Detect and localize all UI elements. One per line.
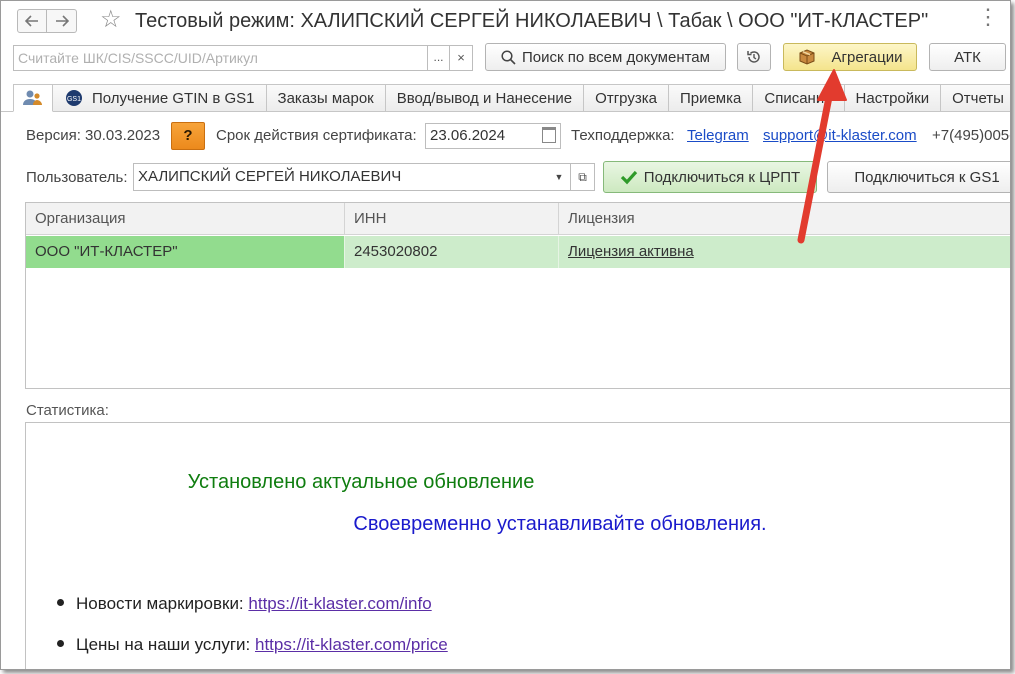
tab-label: Заказы марок bbox=[277, 89, 374, 107]
cell-license[interactable]: Лицензия активна bbox=[559, 236, 1010, 268]
aggregation-button-label: Агрегации bbox=[831, 48, 903, 66]
tab-label: Настройки bbox=[855, 89, 930, 107]
version-label: Версия: 30.03.2023 bbox=[26, 127, 161, 144]
open-icon[interactable]: ⧉ bbox=[571, 163, 595, 191]
news-label: Новости маркировки: bbox=[76, 594, 249, 613]
column-header-organization[interactable]: Организация bbox=[26, 203, 345, 235]
tab-users[interactable] bbox=[13, 84, 53, 112]
column-header-inn[interactable]: ИНН bbox=[345, 203, 559, 235]
bullet-icon bbox=[57, 640, 64, 648]
users-icon bbox=[23, 90, 42, 105]
tab-shipment[interactable]: Отгрузка bbox=[584, 84, 669, 112]
user-value: ХАЛИПСКИЙ СЕРГЕЙ НИКОЛАЕВИЧ bbox=[138, 168, 402, 185]
tab-label: Получение GTIN в GS1 bbox=[92, 89, 255, 107]
prices-label: Цены на наши услуги: bbox=[76, 635, 255, 654]
tab-write-off[interactable]: Списание bbox=[753, 84, 845, 112]
title-bar: ☆ Тестовый режим: ХАЛИПСКИЙ СЕРГЕЙ НИКОЛ… bbox=[1, 1, 1010, 41]
scan-input-field[interactable] bbox=[13, 45, 428, 71]
cell-inn[interactable]: 2453020802 bbox=[345, 236, 559, 268]
app-window: ☆ Тестовый режим: ХАЛИПСКИЙ СЕРГЕЙ НИКОЛ… bbox=[0, 0, 1011, 670]
tab-settings[interactable]: Настройки bbox=[844, 84, 942, 112]
telegram-link[interactable]: Telegram bbox=[687, 127, 749, 144]
support-email-link[interactable]: support@it-klaster.com bbox=[763, 127, 917, 144]
bullet-icon bbox=[57, 599, 64, 607]
tab-input-output[interactable]: Ввод/вывод и Нанесение bbox=[385, 84, 585, 112]
history-icon bbox=[747, 51, 760, 63]
atk-button[interactable]: АТК bbox=[929, 43, 1006, 71]
aggregation-button[interactable]: Агрегации bbox=[783, 43, 917, 71]
help-button[interactable]: ? bbox=[171, 122, 205, 150]
chevron-down-icon[interactable]: ▼ bbox=[548, 163, 571, 191]
cert-date-field[interactable]: 23.06.2024 bbox=[425, 123, 561, 149]
news-link[interactable]: https://it-klaster.com/info bbox=[248, 594, 431, 613]
back-button[interactable] bbox=[17, 9, 47, 33]
search-all-documents-button[interactable]: Поиск по всем документам bbox=[485, 43, 726, 71]
update-hint-text: Своевременно устанавливайте обновления. bbox=[353, 513, 767, 535]
support-phone: +7(495)005- bbox=[932, 127, 1011, 144]
organizations-table: Организация ИНН Лицензия ООО "ИТ-КЛАСТЕР… bbox=[25, 202, 1010, 389]
tab-reports[interactable]: Отчеты bbox=[941, 84, 1010, 112]
statistics-label: Статистика: bbox=[26, 402, 109, 419]
more-icon[interactable]: ⋮ bbox=[977, 6, 999, 28]
cert-date-value: 23.06.2024 bbox=[430, 127, 506, 144]
search-button-label: Поиск по всем документам bbox=[522, 48, 710, 66]
ellipsis-icon[interactable]: ... bbox=[428, 45, 450, 71]
window-title: Тестовый режим: ХАЛИПСКИЙ СЕРГЕЙ НИКОЛАЕ… bbox=[135, 10, 929, 32]
checkmark-icon bbox=[620, 170, 637, 185]
tab-label: Ввод/вывод и Нанесение bbox=[396, 89, 573, 107]
column-header-license[interactable]: Лицензия bbox=[559, 203, 1010, 235]
tab-acceptance[interactable]: Приемка bbox=[668, 84, 754, 112]
star-icon[interactable]: ☆ bbox=[100, 6, 122, 34]
svg-text:GS1: GS1 bbox=[67, 96, 81, 103]
list-item: Новости маркировки: https://it-klaster.c… bbox=[57, 594, 432, 614]
tab-label: Приемка bbox=[679, 89, 742, 107]
support-label: Техподдержка: bbox=[571, 127, 675, 144]
search-icon bbox=[501, 49, 516, 65]
forward-button[interactable] bbox=[47, 9, 77, 33]
history-button[interactable] bbox=[737, 43, 771, 71]
table-header: Организация ИНН Лицензия bbox=[26, 203, 1010, 235]
arrow-left-icon bbox=[25, 15, 38, 27]
cert-label: Срок действия сертификата: bbox=[216, 127, 417, 144]
prices-link[interactable]: https://it-klaster.com/price bbox=[255, 635, 448, 654]
table-row[interactable]: ООО "ИТ-КЛАСТЕР" 2453020802 Лицензия акт… bbox=[26, 236, 1010, 268]
tab-label: Отчеты bbox=[952, 89, 1004, 107]
connect-crpt-label: Подключиться к ЦРПТ bbox=[643, 168, 801, 186]
close-icon[interactable]: × bbox=[450, 45, 473, 71]
atk-button-label: АТК bbox=[954, 48, 981, 66]
tab-label: Отгрузка bbox=[595, 89, 657, 107]
connect-gs1-button[interactable]: Подключиться к GS1 bbox=[827, 161, 1010, 193]
scan-input[interactable] bbox=[14, 46, 427, 70]
statistics-panel bbox=[25, 422, 1010, 669]
calendar-icon[interactable] bbox=[542, 127, 556, 143]
connect-gs1-label: Подключиться к GS1 bbox=[854, 168, 1000, 186]
license-status-link[interactable]: Лицензия активна bbox=[568, 243, 694, 260]
update-status-text: Установлено актуальное обновление bbox=[187, 471, 535, 493]
box-icon bbox=[799, 49, 814, 65]
connect-crpt-button[interactable]: Подключиться к ЦРПТ bbox=[603, 161, 817, 193]
tab-mark-orders[interactable]: Заказы марок bbox=[266, 84, 386, 112]
arrow-right-icon bbox=[55, 15, 69, 27]
cell-organization[interactable]: ООО "ИТ-КЛАСТЕР" bbox=[26, 236, 345, 268]
gs1-icon: GS1 bbox=[66, 90, 82, 106]
tab-bar: GS1 Получение GTIN в GS1 Заказы марок Вв… bbox=[13, 84, 1010, 112]
tab-gtin-gs1[interactable]: GS1 Получение GTIN в GS1 bbox=[53, 84, 267, 112]
list-item: Цены на наши услуги: https://it-klaster.… bbox=[57, 635, 448, 655]
user-label: Пользователь: bbox=[26, 169, 128, 186]
user-select-field[interactable]: ХАЛИПСКИЙ СЕРГЕЙ НИКОЛАЕВИЧ bbox=[133, 163, 549, 191]
tab-label: Списание bbox=[764, 89, 833, 107]
